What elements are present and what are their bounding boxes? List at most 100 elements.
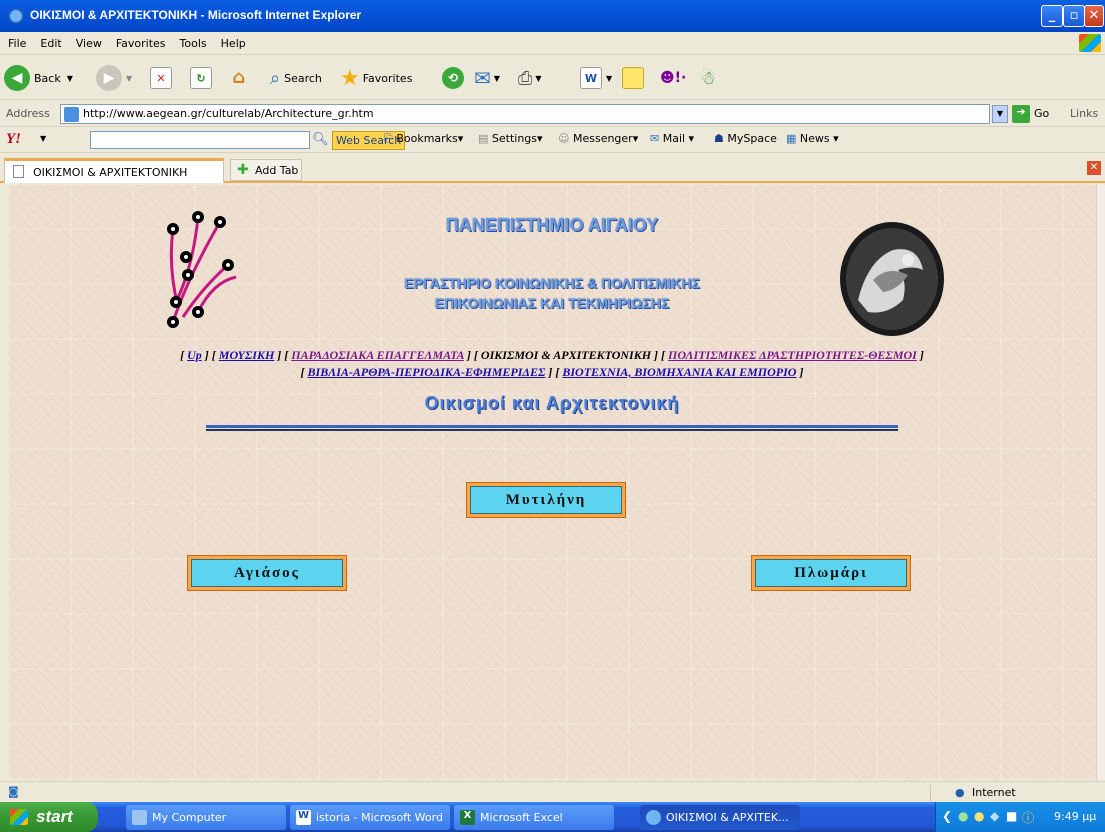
heading-divider [206,425,898,431]
address-input[interactable]: http://www.aegean.gr/culturelab/Architec… [60,104,990,124]
tray-info-icon[interactable]: ⓘ [1022,809,1034,826]
bookmarks-label: Bookmarks [396,132,458,145]
nav-trades-link[interactable]: ΠΑΡΑΔΟΣΙΑΚΑ ΕΠΑΓΓΕΛΜΑΤΑ [291,348,464,362]
favorites-label: Favorites [362,71,413,85]
clock[interactable]: 9:49 μμ [1054,810,1096,823]
yahoo-toolbar: Y! ▼ 🔍︎ Web Search ⎘ Bookmarks▾ ▤ Settin… [0,127,1105,153]
tray-volume-icon[interactable]: ◆ [990,809,999,823]
menu-edit[interactable]: Edit [32,32,67,50]
standard-toolbar: ◀ Back ▼ ▶ ▼ ✕ ↻ ⌂ ⌕ Search ★ Favorites ⟲ … [0,56,1105,100]
discuss-button[interactable] [622,64,644,92]
vertical-scrollbar[interactable] [1096,185,1105,780]
back-button[interactable]: ◀ Back ▼ [4,64,73,92]
close-button[interactable]: ✕ [1084,5,1104,27]
address-label: Address [6,107,50,120]
star-icon: ★ [340,65,360,91]
word-icon: W [296,810,311,825]
nav-music-link[interactable]: ΜΟΥΣΙΚΗ [219,348,275,362]
refresh-icon: ↻ [190,67,212,89]
maximize-button[interactable]: ▫ [1063,5,1085,27]
close-tab-icon[interactable]: ✕ [1087,161,1101,175]
history-icon: ⟲ [442,67,464,89]
stop-button[interactable]: ✕ [150,64,172,92]
bookmarks-button[interactable]: ⎘ Bookmarks▾ [384,132,463,146]
history-button[interactable]: ⟲ [442,64,468,92]
window-title: ΟΙΚΙΣΜΟΙ & ΑΡΧΙΤΕΚΤΟΝΙΚΗ - Microsoft Int… [30,8,362,22]
yahoo-messenger-icon: ☻!· [660,70,687,86]
nav-up-link[interactable]: Up [187,348,202,362]
internet-zone-icon: ● [955,786,965,799]
task-label: Microsoft Excel [480,811,563,824]
msn-button[interactable]: ☃ [700,64,716,92]
nav-cultural-link[interactable]: ΠΟΛΙΤΙΣΜΙΚΕΣ ΔΡΑΣΤΗΡΙΟΤΗΤΕΣ-ΘΕΣΜΟΙ [668,348,917,362]
print-icon: ⎙ [518,67,533,89]
magnifier-icon[interactable]: 🔍︎ [312,132,329,147]
print-button[interactable]: ⎙ ▼ [518,64,542,92]
go-arrow-icon[interactable]: ➔ [1012,105,1030,123]
home-button[interactable]: ⌂ [228,64,250,92]
page-icon [64,107,79,122]
agiasos-button[interactable]: Αγιάσος [187,555,347,591]
start-button[interactable]: start [0,802,98,832]
yahoo-dropdown-icon[interactable]: ▼ [40,134,46,143]
plus-icon: ✚ [237,162,249,178]
menu-help[interactable]: Help [213,32,252,50]
address-dropdown-button[interactable]: ▼ [992,105,1008,123]
stop-icon: ✕ [150,67,172,89]
refresh-button[interactable]: ↻ [190,64,212,92]
forward-button[interactable]: ▶ ▼ [96,64,132,92]
word-icon: W [580,67,602,89]
myspace-label: MySpace [727,132,777,145]
tab-active[interactable]: ΟΙΚΙΣΜΟΙ & ΑΡΧΙΤΕΚΤΟΝΙΚΗ [4,158,224,183]
add-tab-label: Add Tab [255,164,299,177]
mytilini-button[interactable]: Μυτιλήνη [466,482,626,518]
mail-link[interactable]: ✉ Mail ▾ [650,132,694,145]
messenger-label: Messenger [572,132,633,145]
go-button[interactable]: Go [1034,107,1049,120]
add-tab-button[interactable]: ✚ Add Tab [230,159,302,181]
menu-favorites[interactable]: Favorites [108,32,172,50]
myspace-link[interactable]: ☗ MySpace [714,132,777,145]
task-label: ΟΙΚΙΣΜΟΙ & ΑΡΧΙΤΕΚ... [666,811,789,824]
title-bar: ΟΙΚΙΣΜΟΙ & ΑΡΧΙΤΕΚΤΟΝΙΚΗ - Microsoft Int… [0,0,1105,32]
tray-arrow-icon[interactable]: ❮ [942,809,952,823]
computer-icon [132,810,147,825]
news-link[interactable]: ▦ News ▾ [786,132,839,145]
task-my-computer[interactable]: My Computer [126,805,286,830]
minimize-button[interactable]: _ [1041,5,1063,27]
settings-label: Settings [491,132,538,145]
back-arrow-icon: ◀ [4,65,30,91]
mytilini-label: Μυτιλήνη [470,486,622,514]
nav-industry-link[interactable]: ΒΙΟΤΕΧΝΙΑ, ΒΙΟΜΗΧΑΝΙΑ ΚΑΙ ΕΜΠΟΡΙΟ [562,365,796,379]
yahoo-messenger-button[interactable]: ☻!· [660,64,686,92]
page-status-icon: ◙ [8,785,19,798]
tray-security-icon[interactable]: ■ [1006,809,1017,823]
menu-view[interactable]: View [68,32,108,50]
nav-books-link[interactable]: ΒΙΒΛΙΑ-ΑΡΘΡΑ-ΠΕΡΙΟΔΙΚΑ-ΕΦΗΜΕΡΙΔΕΣ [308,365,546,379]
settings-button[interactable]: ▤ Settings▾ [478,132,543,145]
yahoo-logo[interactable]: Y! [6,131,21,148]
university-name: ΠΑΝΕΠΙΣΤΗΜΙΟ ΑΙΓΑΙΟΥ [445,215,659,235]
tray-messenger-icon[interactable]: ● [974,809,984,823]
edit-button[interactable]: W ▼ [580,64,612,92]
yahoo-search-input[interactable] [90,131,310,149]
ie-icon [8,8,24,24]
menu-file[interactable]: File [0,32,32,50]
messenger-button[interactable]: ☺ Messenger▾ [558,132,638,145]
tab-bar: ΟΙΚΙΣΜΟΙ & ΑΡΧΙΤΕΚΤΟΝΙΚΗ ✚ Add Tab ✕ [0,153,1105,183]
msn-people-icon: ☃ [700,67,717,89]
menu-tools[interactable]: Tools [172,32,213,50]
task-word[interactable]: Wistoria - Microsoft Word [290,805,450,830]
favorites-button[interactable]: ★ Favorites [340,64,412,92]
mail-button[interactable]: ✉ ▼ [474,64,500,92]
excel-icon: X [460,810,475,825]
start-label: start [36,807,73,826]
back-label: Back [34,71,61,85]
tray-network-icon[interactable]: ● [958,809,968,823]
task-internet-explorer[interactable]: ΟΙΚΙΣΜΟΙ & ΑΡΧΙΤΕΚ... [640,805,800,830]
links-button[interactable]: Links [1070,107,1098,120]
task-excel[interactable]: X Microsoft Excel [454,805,614,830]
search-button[interactable]: ⌕ Search [270,64,322,92]
plomari-button[interactable]: Πλωμάρι [751,555,911,591]
ie-icon [646,810,661,825]
